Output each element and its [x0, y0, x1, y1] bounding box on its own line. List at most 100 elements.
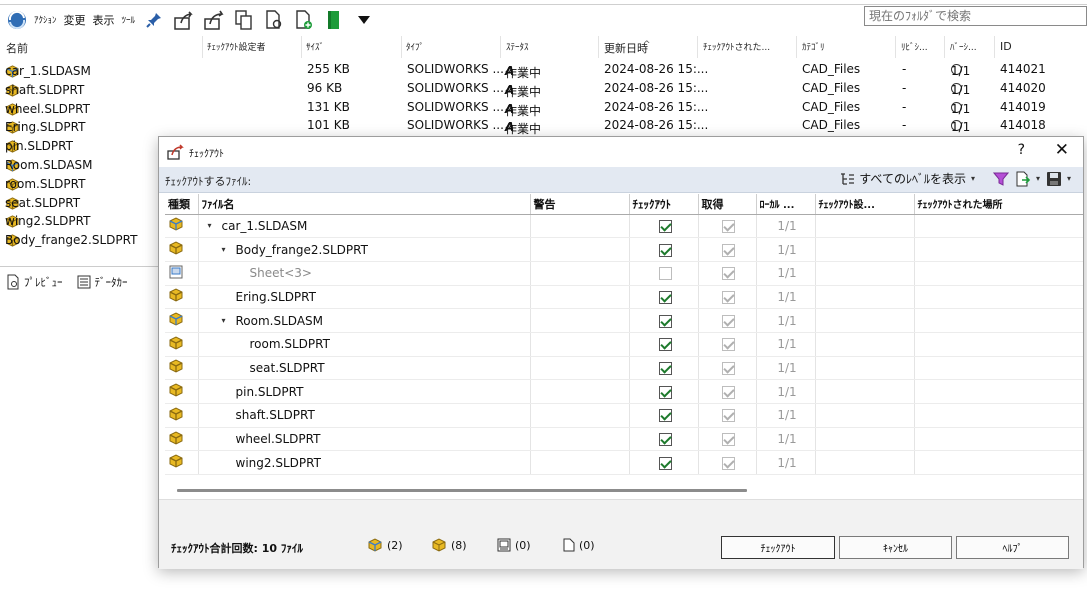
grid-col-get[interactable]: 取得	[698, 194, 757, 215]
file-row[interactable]: wheel.SLDPRT 131 KB SOLIDWORKS ... A 作業中 2024…	[0, 98, 1087, 118]
checkout-checkbox[interactable]	[658, 385, 672, 399]
show-all-levels-button[interactable]: すべてのﾚﾍﾞﾙを表示 ▾	[839, 170, 975, 187]
grid-row[interactable]: pin.SLDPRT 1/1	[165, 379, 1083, 404]
menu-action[interactable]: ｱｸｼｮﾝ	[34, 13, 57, 26]
grid-filename-cell[interactable]: ▾ Body_frange2.SLDPRT	[198, 237, 531, 262]
help-icon[interactable]: ?	[1018, 142, 1025, 158]
tab-datacard[interactable]: ﾃﾞｰﾀｶｰ	[77, 274, 128, 290]
checkout-checkbox[interactable]	[658, 409, 672, 423]
grid-get-cell[interactable]	[698, 261, 757, 286]
filter-icon[interactable]	[992, 171, 1009, 187]
grid-checkout-cell[interactable]	[629, 356, 699, 381]
save-icon[interactable]: ▾	[1046, 171, 1071, 187]
expand-chevron-icon[interactable]: ▾	[208, 221, 222, 230]
grid-get-cell[interactable]	[698, 214, 757, 239]
col-id[interactable]: ID	[1000, 40, 1012, 53]
col-checked-out-by[interactable]: ﾁｪｯｸｱｳﾄ設定者	[207, 40, 266, 53]
close-icon[interactable]: ✕	[1055, 140, 1069, 160]
checkout-checkbox[interactable]	[658, 456, 672, 470]
horizontal-scrollbar[interactable]	[177, 489, 747, 492]
checkout-checkbox[interactable]	[658, 219, 672, 233]
grid-get-cell[interactable]	[698, 237, 757, 262]
get-checkbox[interactable]	[722, 290, 735, 304]
get-checkbox[interactable]	[722, 456, 735, 470]
grid-row[interactable]: ▾ Room.SLDASM 1/1	[165, 308, 1083, 333]
menu-change[interactable]: 変更	[64, 12, 86, 28]
grid-col-checkout-by[interactable]: ﾁｪｯｸｱｳﾄ設...	[815, 194, 915, 215]
book-icon[interactable]	[322, 8, 346, 32]
grid-filename-cell[interactable]: room.SLDPRT	[198, 332, 531, 357]
get-checkbox[interactable]	[722, 243, 735, 257]
help-button[interactable]: ﾍﾙﾌﾟ	[956, 536, 1069, 559]
grid-checkout-cell[interactable]	[629, 379, 699, 404]
grid-row[interactable]: ▾ car_1.SLDASM 1/1	[165, 214, 1083, 239]
cancel-button[interactable]: ｷｬﾝｾﾙ	[839, 536, 952, 559]
get-checkbox[interactable]	[722, 314, 735, 328]
grid-row[interactable]: wheel.SLDPRT 1/1	[165, 427, 1083, 452]
grid-get-cell[interactable]	[698, 403, 757, 428]
expand-chevron-icon[interactable]: ▾	[222, 316, 236, 325]
file-row[interactable]: Ering.SLDPRT 101 KB SOLIDWORKS ... A 作業中 2024…	[0, 116, 1087, 136]
search-file-icon[interactable]	[262, 8, 286, 32]
get-checkbox[interactable]	[722, 267, 735, 281]
grid-row[interactable]: ▾ Body_frange2.SLDPRT 1/1	[165, 237, 1083, 262]
grid-filename-cell[interactable]: Ering.SLDPRT	[198, 285, 531, 310]
grid-row[interactable]: wing2.SLDPRT 1/1	[165, 450, 1083, 476]
checkout-checkbox[interactable]	[658, 267, 672, 281]
col-version[interactable]: ﾊﾞｰｼ...	[950, 40, 977, 53]
grid-checkout-cell[interactable]	[629, 427, 699, 452]
grid-row[interactable]: Sheet<3> 1/1	[165, 261, 1083, 286]
col-revision[interactable]: ﾘﾋﾞｼ...	[901, 40, 928, 53]
grid-filename-cell[interactable]: seat.SLDPRT	[198, 356, 531, 381]
grid-checkout-cell[interactable]	[629, 214, 699, 239]
grid-checkout-cell[interactable]	[629, 403, 699, 428]
grid-col-warning[interactable]: 警告	[530, 194, 630, 215]
pin-icon[interactable]	[142, 8, 166, 32]
checkout-checkbox[interactable]	[658, 314, 672, 328]
file-row[interactable]: car_1.SLDASM 255 KB SOLIDWORKS ... A 作業中 2024…	[0, 60, 1087, 80]
get-checkbox[interactable]	[722, 409, 735, 423]
get-checkbox[interactable]	[722, 338, 735, 352]
tab-preview[interactable]: ﾌﾟﾚﾋﾞｭｰ	[6, 274, 63, 290]
grid-checkout-cell[interactable]	[629, 332, 699, 357]
checkout-button[interactable]: ﾁｪｯｸｱｳﾄ	[721, 536, 835, 559]
grid-get-cell[interactable]	[698, 379, 757, 404]
file-row[interactable]: shaft.SLDPRT 96 KB SOLIDWORKS ... A 作業中 2024-…	[0, 79, 1087, 99]
share-alt-icon[interactable]	[202, 8, 226, 32]
grid-checkout-cell[interactable]	[629, 308, 699, 333]
grid-get-cell[interactable]	[698, 285, 757, 310]
grid-filename-cell[interactable]: ▾ car_1.SLDASM	[198, 214, 531, 239]
copy-tree-icon[interactable]	[232, 8, 256, 32]
grid-filename-cell[interactable]: ▾ Room.SLDASM	[198, 308, 531, 333]
checkout-checkbox[interactable]	[658, 433, 672, 447]
grid-filename-cell[interactable]: wheel.SLDPRT	[198, 427, 531, 452]
pdm-logo-icon[interactable]	[6, 9, 28, 31]
grid-checkout-cell[interactable]	[629, 261, 699, 286]
grid-filename-cell[interactable]: shaft.SLDPRT	[198, 403, 531, 428]
get-checkbox[interactable]	[722, 219, 735, 233]
grid-get-cell[interactable]	[698, 427, 757, 452]
get-checkbox[interactable]	[722, 433, 735, 447]
col-checked-out-in[interactable]: ﾁｪｯｸｱｳﾄされた...	[703, 40, 770, 53]
menu-tools[interactable]: ﾂｰﾙ	[122, 13, 136, 26]
grid-checkout-cell[interactable]	[629, 450, 699, 476]
col-size[interactable]: ｻｲｽﾞ	[306, 40, 324, 53]
grid-row[interactable]: Ering.SLDPRT 1/1	[165, 285, 1083, 310]
menu-view[interactable]: 表示	[93, 12, 115, 28]
col-type[interactable]: ﾀｲﾌﾟ	[406, 40, 424, 53]
export-icon[interactable]: ▾	[1015, 171, 1040, 187]
grid-filename-cell[interactable]: Sheet<3>	[198, 261, 531, 286]
grid-row[interactable]: room.SLDPRT 1/1	[165, 332, 1083, 357]
grid-get-cell[interactable]	[698, 308, 757, 333]
grid-col-checkout-location[interactable]: ﾁｪｯｸｱｳﾄされた場所	[914, 194, 1083, 215]
col-name[interactable]: 名前	[6, 40, 28, 56]
get-checkbox[interactable]	[722, 361, 735, 375]
grid-row[interactable]: shaft.SLDPRT 1/1	[165, 403, 1083, 428]
search-input[interactable]	[869, 9, 1086, 23]
grid-get-cell[interactable]	[698, 332, 757, 357]
grid-col-checkout[interactable]: ﾁｪｯｸｱｳﾄ	[629, 194, 699, 215]
grid-col-kind[interactable]: 種類	[165, 194, 199, 215]
col-category[interactable]: ｶﾃｺﾞﾘ	[802, 40, 825, 53]
expand-chevron-icon[interactable]: ▾	[222, 245, 236, 254]
grid-col-filename[interactable]: ﾌｧｲﾙ名	[198, 194, 531, 215]
